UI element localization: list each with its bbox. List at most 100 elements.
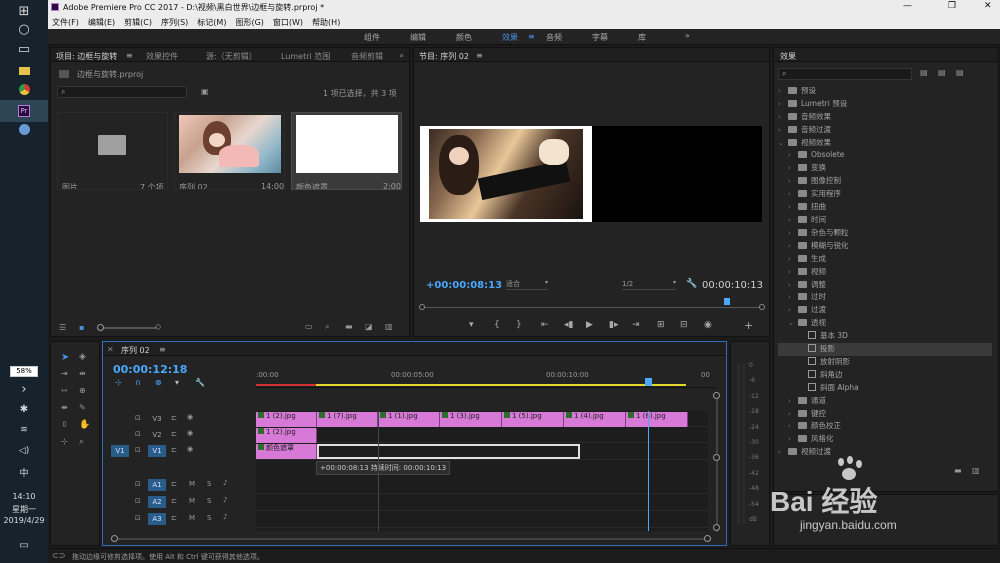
effects-panel-title[interactable]: 效果	[780, 51, 796, 61]
effects-tree-item[interactable]: › 音频效果	[778, 111, 992, 124]
play-icon[interactable]: ▶	[586, 320, 593, 330]
timeline-clip[interactable]: 1 (4).jpg	[564, 412, 626, 427]
menu-item[interactable]: 图形(G)	[235, 18, 263, 27]
ime-indicator[interactable]: 中	[0, 466, 48, 479]
panel-menu-icon[interactable]: ≡	[126, 51, 133, 60]
action-center-icon[interactable]: ▭	[14, 536, 34, 556]
effects-tree-item[interactable]: › 变换	[778, 162, 992, 175]
track-name[interactable]: V2	[148, 429, 166, 441]
cortana-icon[interactable]: ○	[14, 20, 34, 40]
program-playhead-timecode[interactable]: +00:00:08:13	[426, 280, 502, 291]
delete-effect-icon[interactable]: ▥	[972, 466, 980, 475]
microphone-icon[interactable]: ♪	[223, 513, 227, 521]
effects-tree-item[interactable]: 基本 3D	[778, 330, 992, 343]
effects-tree-item[interactable]: › 视频	[778, 266, 992, 279]
menu-item[interactable]: 剪辑(C)	[124, 18, 152, 27]
lock-icon[interactable]: ⊡	[135, 480, 141, 488]
new-bin-icon[interactable]: ▬	[345, 322, 353, 331]
add-marker-icon[interactable]: ▾	[175, 378, 179, 387]
clock-time[interactable]: 14:10	[0, 492, 48, 501]
menu-item[interactable]: 帮助(H)	[312, 18, 340, 27]
tab-sequence[interactable]: 序列 02	[121, 345, 150, 355]
mute-icon[interactable]: M	[189, 514, 195, 522]
sync-lock-icon[interactable]: ⊏	[171, 497, 177, 505]
menu-item[interactable]: 编辑(E)	[88, 18, 115, 27]
track-name[interactable]: V1	[148, 445, 166, 457]
find-icon[interactable]: ⌕	[325, 322, 329, 332]
menu-item[interactable]: 窗口(W)	[273, 18, 303, 27]
effects-tree-item[interactable]: › 音频过渡	[778, 124, 992, 137]
tab-source[interactable]: 源:（无剪辑）	[206, 51, 257, 61]
effects-tree-item[interactable]: 投影	[778, 343, 992, 356]
microphone-icon[interactable]: ♪	[223, 496, 227, 504]
menu-item[interactable]: 序列(S)	[161, 18, 188, 27]
effects-tree-item[interactable]: › 图像控制	[778, 175, 992, 188]
app-globe-icon[interactable]	[14, 122, 34, 142]
close-button[interactable]: ✕	[984, 1, 992, 11]
timeline-settings-icon[interactable]: 🔧	[195, 378, 205, 387]
step-forward-icon[interactable]: ▮▸	[609, 320, 618, 330]
chevron-right-icon[interactable]: ›	[788, 306, 798, 314]
chevron-right-icon[interactable]: ›	[778, 100, 788, 108]
sync-lock-icon[interactable]: ⊏	[171, 430, 177, 438]
task-view-icon[interactable]: ▭	[14, 40, 34, 60]
chevron-right-icon[interactable]: ›	[788, 281, 798, 289]
effects-tree-item[interactable]: › 过时	[778, 291, 992, 304]
new-item-icon[interactable]: ◪	[365, 322, 373, 331]
chevron-right-icon[interactable]: ›	[788, 397, 798, 405]
icon-view-icon[interactable]: ▪	[79, 323, 84, 332]
timeline-clip[interactable]: 1 (1).jpg	[378, 412, 440, 427]
close-icon[interactable]: ✕	[107, 345, 114, 354]
track-name[interactable]: A2	[148, 496, 166, 508]
chevron-right-icon[interactable]: ›	[788, 435, 798, 443]
timeline-horizontal-scrollbar[interactable]	[111, 535, 711, 543]
sort-icon[interactable]: ◇	[155, 322, 161, 331]
effects-tree-item[interactable]: › 颜色校正	[778, 420, 992, 433]
sync-lock-icon[interactable]: ⊏	[171, 446, 177, 454]
hand-tool-icon[interactable]: ✋	[79, 420, 90, 430]
nest-toggle-icon[interactable]: ⊹	[115, 378, 122, 387]
32bit-effects-icon[interactable]: ▤	[938, 68, 946, 77]
effects-tree-item[interactable]: › 调整	[778, 279, 992, 292]
slider-handle[interactable]	[97, 324, 104, 331]
project-item-bin[interactable]: 图片 7 个项	[57, 112, 168, 190]
go-to-out-icon[interactable]: ⇥	[632, 320, 640, 330]
effects-tree-item[interactable]: › 扭曲	[778, 201, 992, 214]
accelerated-effects-icon[interactable]: ▤	[920, 68, 928, 77]
tab-project[interactable]: 项目: 边框与旋转	[56, 51, 117, 61]
button-editor-icon[interactable]: +	[744, 319, 753, 332]
workspace-tab-effects[interactable]: 效果	[502, 32, 518, 43]
bluetooth-icon[interactable]: ✱	[14, 400, 34, 420]
thumbnail-size-slider[interactable]	[97, 324, 157, 331]
chrome-icon[interactable]	[14, 82, 34, 102]
wifi-icon[interactable]: ≋	[14, 420, 34, 440]
track-name[interactable]: V3	[148, 413, 166, 425]
trash-icon[interactable]: ▥	[385, 322, 393, 331]
effects-tree-item[interactable]: › 杂色与颗粒	[778, 227, 992, 240]
rolling-edit-tool-icon[interactable]: ⇹	[79, 369, 86, 378]
razor-tool-icon[interactable]: ⊕	[79, 386, 86, 395]
workspace-tab-audio[interactable]: 音频	[546, 32, 562, 43]
eye-icon[interactable]: ◉	[187, 413, 193, 421]
extract-icon[interactable]: ⊟	[680, 320, 688, 330]
scroll-handle-mid[interactable]	[713, 454, 720, 461]
type-tool-icon[interactable]: ⊹	[61, 437, 68, 446]
chevron-right-icon[interactable]: ›	[788, 164, 798, 172]
program-playhead[interactable]	[724, 298, 730, 305]
timeline-clip[interactable]: 1 (3).jpg	[440, 412, 502, 427]
microphone-icon[interactable]: ♪	[223, 479, 227, 487]
fit-zoom-select[interactable]: 适合 ▾	[506, 279, 548, 290]
program-video-frame[interactable]	[420, 126, 762, 222]
workspace-tab-libraries[interactable]: 库	[638, 32, 646, 43]
linked-selection-icon[interactable]: ⊗	[155, 378, 162, 387]
sync-lock-icon[interactable]: ⊏	[171, 480, 177, 488]
zoom-handle-left[interactable]	[111, 535, 118, 542]
chevron-right-icon[interactable]: ›	[788, 190, 798, 198]
timeline-vertical-scrollbar[interactable]	[713, 392, 721, 532]
effects-search-input[interactable]: ⌕	[778, 68, 912, 80]
ruler-start-handle[interactable]	[419, 304, 425, 310]
chevron-right-icon[interactable]: ›	[788, 229, 798, 237]
timeline-clip[interactable]: 1 (5).jpg	[502, 412, 564, 427]
solo-icon[interactable]: S	[207, 514, 211, 522]
workspace-tab-graphics[interactable]: 字幕	[592, 32, 608, 43]
